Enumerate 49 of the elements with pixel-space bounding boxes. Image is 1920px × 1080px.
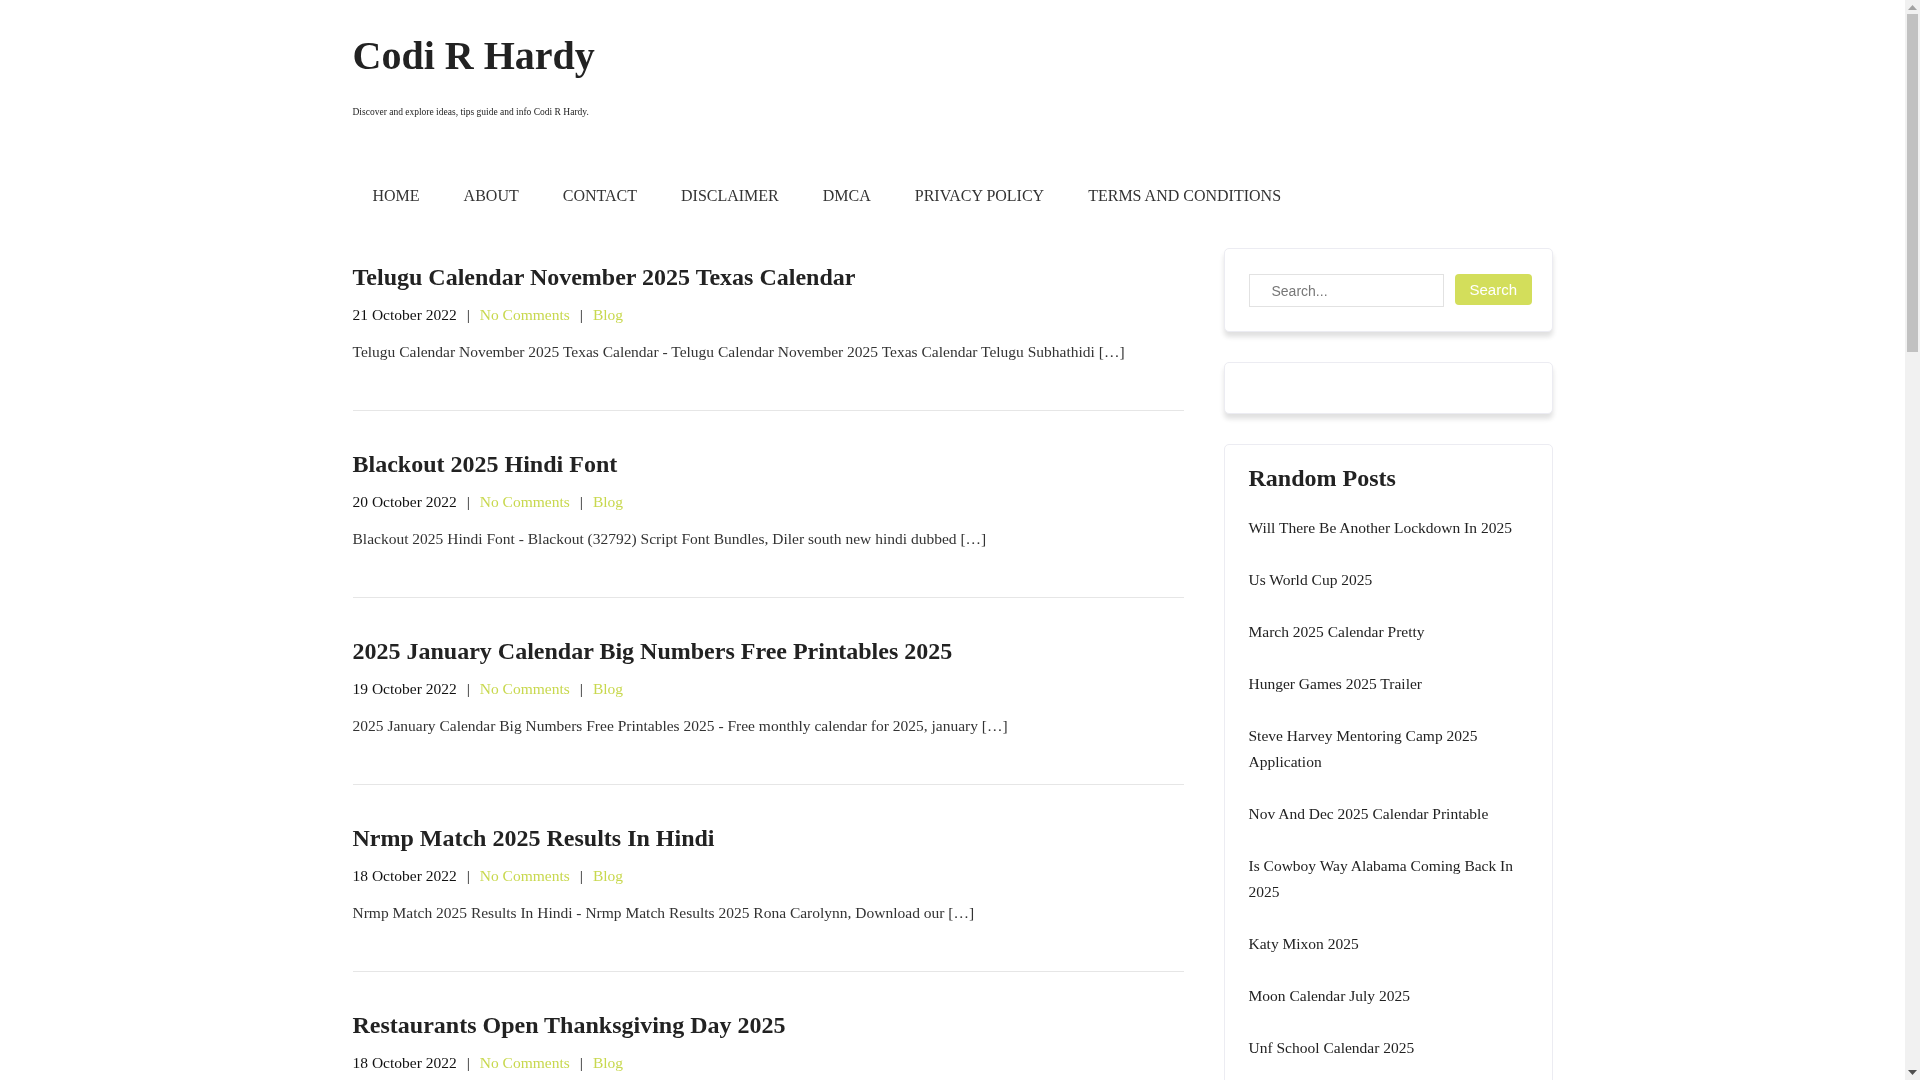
post-excerpt: 2025 January Calendar Big Numbers Free Printables 2025 - Free monthly calendar for 2025, january […]	[352, 716, 1009, 736]
post-title[interactable]: Telugu Calendar November 2025 Texas Calendar	[352, 262, 856, 292]
nav-link[interactable]: DMCA	[800, 181, 893, 211]
site-tagline: Discover and explore ideas, tips guide and info Codi R Hardy.	[352, 106, 589, 118]
post-date: 18 October 2022	[352, 866, 457, 886]
scroll-up-arrow-icon[interactable]	[1908, 5, 1917, 10]
separator: |	[579, 679, 583, 699]
post-date: 20 October 2022	[352, 492, 457, 512]
post-date: 19 October 2022	[352, 679, 457, 699]
scrollbar[interactable]	[1905, 0, 1920, 1080]
post-title[interactable]: Nrmp Match 2025 Results In Hindi	[352, 823, 715, 853]
post-date: 18 October 2022	[352, 1053, 457, 1073]
random-post-link[interactable]: Nov And Dec 2025 Calendar Printable	[1248, 801, 1528, 827]
random-post-link[interactable]: Steve Harvey Mentoring Camp 2025 Application	[1248, 723, 1528, 775]
post-date: 21 October 2022	[352, 305, 457, 325]
nav-link[interactable]: TERMS AND CONDITIONS	[1066, 181, 1304, 211]
separator: |	[579, 1053, 583, 1073]
separator: |	[579, 305, 583, 325]
scroll-down-arrow-icon[interactable]	[1908, 1070, 1917, 1075]
search-field[interactable]: Search...	[1248, 274, 1444, 307]
site-title[interactable]: Codi R Hardy	[352, 33, 595, 79]
post-title[interactable]: 2025 January Calendar Big Numbers Free Printables 2025	[352, 636, 953, 666]
random-post-link[interactable]: Hunger Games 2025 Trailer	[1248, 671, 1528, 697]
random-post-link[interactable]: Katy Mixon 2025	[1248, 931, 1528, 957]
separator: |	[466, 679, 470, 699]
random-post-link[interactable]: Is Cowboy Way Alabama Coming Back In 2025	[1248, 853, 1528, 905]
nav-link[interactable]: CONTACT	[540, 181, 659, 211]
random-post-link[interactable]: Us World Cup 2025	[1248, 567, 1528, 593]
post-excerpt: Blackout 2025 Hindi Font - Blackout (32792) Script Font Bundles, Diler south new hindi dubbed […]	[352, 529, 988, 549]
post-title[interactable]: Restaurants Open Thanksgiving Day 2025	[352, 1010, 786, 1040]
separator: |	[466, 492, 470, 512]
separator: |	[466, 305, 470, 325]
random-post-link[interactable]: Unf School Calendar 2025	[1248, 1035, 1528, 1061]
separator: |	[466, 1053, 470, 1073]
post-excerpt: Nrmp Match 2025 Results In Hindi - Nrmp Match Results 2025 Rona Carolynn, Download our […]	[352, 903, 976, 923]
post-excerpt: Telugu Calendar November 2025 Texas Calendar - Telugu Calendar November 2025 Texas Calendar Telugu Subhathidi […]	[352, 342, 1126, 362]
post-title[interactable]: Blackout 2025 Hindi Font	[352, 449, 618, 479]
nav-link[interactable]: DISCLAIMER	[659, 181, 801, 211]
random-post-link[interactable]: Will There Be Another Lockdown In 2025	[1248, 515, 1528, 541]
scrollbar-thumb[interactable]	[1907, 14, 1918, 352]
separator: |	[579, 492, 583, 512]
widget-heading: Random Posts	[1248, 464, 1397, 493]
nav-link[interactable]: ABOUT	[441, 181, 541, 211]
nav-link[interactable]: PRIVACY POLICY	[892, 181, 1067, 211]
separator: |	[579, 866, 583, 886]
random-post-link[interactable]: March 2025 Calendar Pretty	[1248, 619, 1528, 645]
separator: |	[466, 866, 470, 886]
nav-link[interactable]: HOME	[352, 181, 442, 211]
random-post-link[interactable]: Moon Calendar July 2025	[1248, 983, 1528, 1009]
